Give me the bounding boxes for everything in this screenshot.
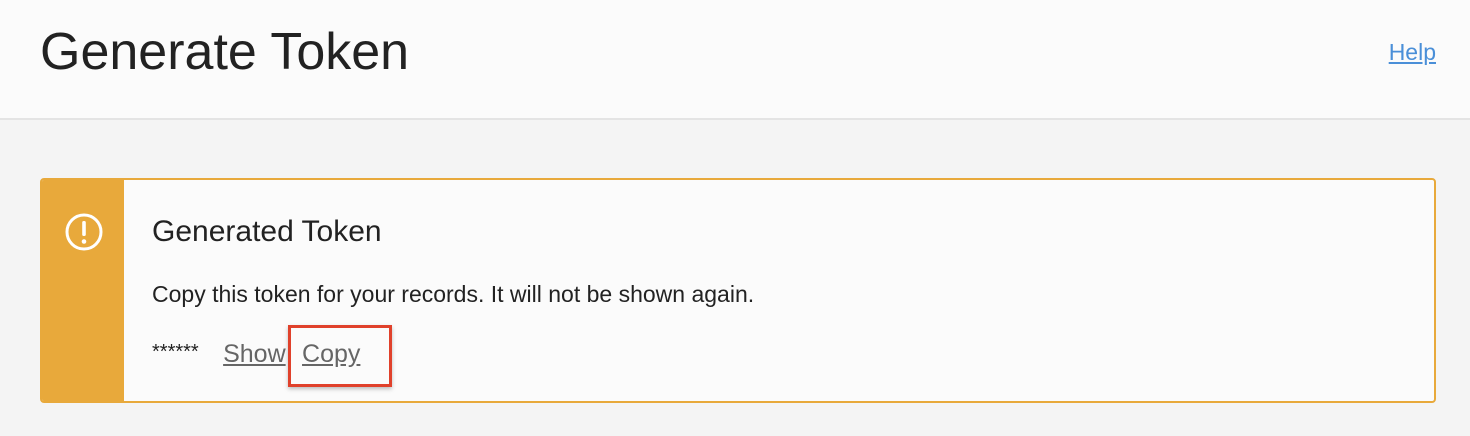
token-value-masked: ******	[152, 341, 199, 363]
generated-token-alert: Generated Token Copy this token for your…	[40, 178, 1436, 403]
alert-accent-stripe	[42, 180, 124, 401]
page-title: Generate Token	[40, 23, 410, 81]
copy-token-link[interactable]: Copy	[302, 340, 360, 368]
alert-message: Copy this token for your records. It wil…	[152, 281, 755, 307]
page-header: Generate Token Help	[0, 0, 1470, 120]
copy-link-wrapper: Copy	[288, 325, 393, 387]
show-token-link[interactable]: Show	[223, 340, 286, 368]
token-row: ****** Show Copy	[152, 325, 393, 387]
alert-body: Generated Token Copy this token for your…	[152, 180, 1414, 401]
exclamation-circle-icon	[65, 213, 103, 251]
main-content: Generated Token Copy this token for your…	[0, 120, 1470, 436]
help-link[interactable]: Help	[1389, 38, 1436, 66]
alert-title: Generated Token	[152, 215, 382, 248]
